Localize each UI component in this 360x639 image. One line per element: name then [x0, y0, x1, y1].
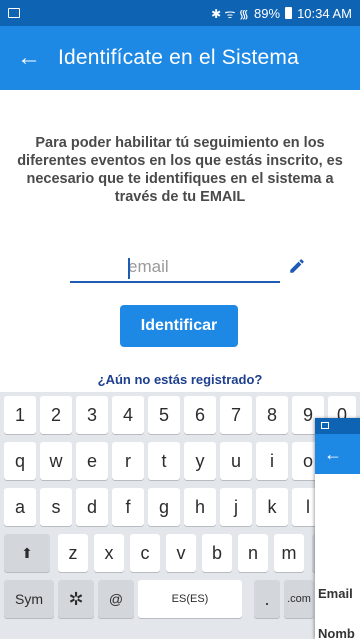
register-link[interactable]: ¿Aún no estás registrado? [0, 372, 360, 387]
clock: 10:34 AM [297, 5, 352, 21]
key-v[interactable]: v [166, 534, 196, 572]
settings-gear-icon[interactable]: ✲ [58, 580, 94, 618]
keyboard: 1 2 3 4 5 6 7 8 9 0 q w e r t y u i o p … [0, 392, 360, 639]
overlay-email-label: Email [318, 586, 353, 601]
key-n[interactable]: n [238, 534, 268, 572]
key-x[interactable]: x [94, 534, 124, 572]
dotcom-key[interactable]: .com [284, 580, 314, 618]
preview-overlay: ← Email Nomb [315, 418, 360, 639]
intro-text: Para poder habilitar tú seguimiento en l… [17, 135, 343, 205]
app-bar: ← Identifícate en el Sistema [0, 26, 360, 90]
key-3[interactable]: 3 [76, 396, 108, 434]
key-j[interactable]: j [220, 488, 252, 526]
pencil-icon[interactable] [288, 257, 306, 275]
key-4[interactable]: 4 [112, 396, 144, 434]
key-a[interactable]: a [4, 488, 36, 526]
key-t[interactable]: t [148, 442, 180, 480]
key-e[interactable]: e [76, 442, 108, 480]
battery-icon [285, 7, 293, 19]
notification-icon [8, 8, 20, 18]
key-h[interactable]: h [184, 488, 216, 526]
shift-key-icon[interactable]: ⬆ [4, 534, 50, 572]
key-7[interactable]: 7 [220, 396, 252, 434]
period-key[interactable]: . [254, 580, 280, 618]
key-z[interactable]: z [58, 534, 88, 572]
battery-percent: 89% [254, 5, 281, 21]
identify-form: Para poder habilitar tú seguimiento en l… [0, 90, 360, 392]
key-c[interactable]: c [130, 534, 160, 572]
at-key[interactable]: @ [98, 580, 134, 618]
overlay-status-bar [315, 418, 360, 434]
key-g[interactable]: g [148, 488, 180, 526]
identify-button[interactable]: Identificar [120, 305, 238, 347]
key-6[interactable]: 6 [184, 396, 216, 434]
key-2[interactable]: 2 [40, 396, 72, 434]
overlay-back-arrow-icon: ← [324, 443, 342, 464]
key-y[interactable]: y [184, 442, 216, 480]
status-bar: ✱ ᯤ ᯾ 89% 10:34 AM [0, 0, 360, 26]
overlay-name-label: Nomb [318, 626, 355, 639]
key-5[interactable]: 5 [148, 396, 180, 434]
sym-key[interactable]: Sym [4, 580, 54, 618]
key-q[interactable]: q [4, 442, 36, 480]
email-input[interactable] [70, 253, 280, 283]
key-1[interactable]: 1 [4, 396, 36, 434]
overlay-app-bar: ← [315, 434, 360, 474]
key-u[interactable]: u [220, 442, 252, 480]
key-r[interactable]: r [112, 442, 144, 480]
key-s[interactable]: s [40, 488, 72, 526]
signal-icons: ✱ ᯤ ᯾ [211, 6, 250, 21]
key-k[interactable]: k [256, 488, 288, 526]
key-i[interactable]: i [256, 442, 288, 480]
key-b[interactable]: b [202, 534, 232, 572]
status-icons: ✱ ᯤ ᯾ 89% 10:34 AM [211, 5, 352, 22]
key-d[interactable]: d [76, 488, 108, 526]
key-8[interactable]: 8 [256, 396, 288, 434]
key-m[interactable]: m [274, 534, 304, 572]
page-title: Identifícate en el Sistema [58, 46, 299, 69]
key-w[interactable]: w [40, 442, 72, 480]
space-key[interactable]: ES(ES) [138, 580, 242, 618]
overlay-notification-icon [321, 422, 329, 429]
text-cursor [128, 258, 130, 279]
back-arrow-icon[interactable]: ← [0, 26, 58, 90]
key-f[interactable]: f [112, 488, 144, 526]
email-row [70, 253, 310, 285]
